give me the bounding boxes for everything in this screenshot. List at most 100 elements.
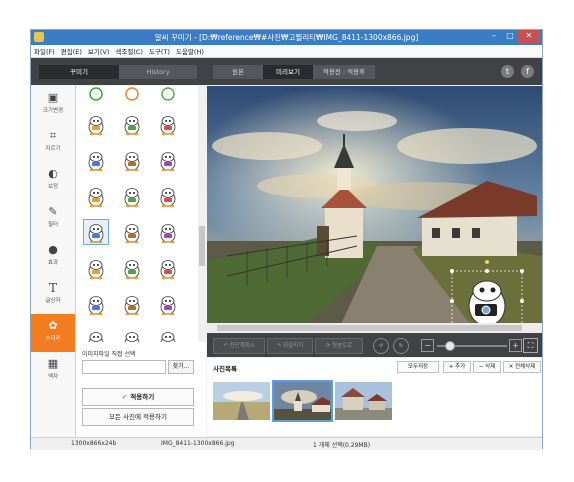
sidebar-item-label: 스티커 xyxy=(45,336,61,342)
sidebar-item-label: 자르기 xyxy=(45,146,61,152)
sidebar-item-filter[interactable]: ✎ 필터 xyxy=(31,200,75,238)
top-tab-bar: 꾸미기 History 원본 미리보기 적용전 : 적용후 t f xyxy=(31,58,542,85)
sticker-item[interactable] xyxy=(120,292,144,316)
tab-original[interactable]: 원본 xyxy=(213,65,263,79)
sidebar-item-effect[interactable]: ● 효과 xyxy=(31,238,75,276)
sticker-icon: ✿ xyxy=(48,319,58,332)
redo-button[interactable]: ↷ 되살리기 xyxy=(267,338,313,354)
menu-edit[interactable]: 편집(E) xyxy=(58,46,85,56)
sidebar-item-label: 액자 xyxy=(47,374,59,380)
sticker-item[interactable] xyxy=(156,220,180,244)
sticker-item[interactable] xyxy=(84,292,108,316)
twitter-icon[interactable]: t xyxy=(501,65,514,78)
maximize-button[interactable]: □ xyxy=(502,30,518,43)
revert-button-label: 원본으로 xyxy=(332,343,353,349)
sticker-grid xyxy=(76,86,198,342)
tool-sidebar: ▣ 크기변경 ⌗ 자르기 ◐ 보정 ✎ 필터 ● 효과 T 글상자 ✿ 스티커 … xyxy=(31,86,76,437)
sticker-item[interactable] xyxy=(156,256,180,280)
viewer-hscrollbar[interactable] xyxy=(207,323,542,333)
sticker-item[interactable] xyxy=(84,328,108,342)
preview-photo xyxy=(207,86,542,333)
delete-all-button[interactable]: ✕ 전체삭제 xyxy=(503,361,541,373)
photo-thumbnail[interactable] xyxy=(213,382,270,420)
menu-tools[interactable]: 도구(T) xyxy=(146,46,173,56)
menu-view[interactable]: 보기(V) xyxy=(85,46,112,56)
status-selection: 1 개체 선택(0.29MB) xyxy=(313,442,371,449)
sidebar-item-label: 효과 xyxy=(47,260,59,266)
photo-thumbnail[interactable] xyxy=(335,382,392,420)
menu-file[interactable]: 파일(F) xyxy=(31,46,58,56)
add-photo-button[interactable]: + 추가 xyxy=(443,361,471,373)
file-path-input[interactable] xyxy=(82,360,166,374)
apply-button-label: 적용하기 xyxy=(130,393,155,401)
delete-photo-button[interactable]: − 삭제 xyxy=(473,361,501,373)
sticker-item[interactable] xyxy=(156,292,180,316)
zoom-in-button[interactable]: + xyxy=(509,339,522,352)
sidebar-item-frame[interactable]: ▦ 액자 xyxy=(31,352,75,390)
sticker-item[interactable] xyxy=(156,184,180,208)
sticker-item[interactable] xyxy=(120,256,144,280)
close-button[interactable]: ✕ xyxy=(518,30,540,43)
find-button[interactable]: 찾기... xyxy=(168,360,194,374)
sidebar-item-adjust[interactable]: ◐ 보정 xyxy=(31,162,75,200)
redo-icon: ↷ xyxy=(276,343,282,349)
sidebar-item-crop[interactable]: ⌗ 자르기 xyxy=(31,124,75,162)
status-dimensions: 1300x866x24b xyxy=(71,440,117,447)
frame-icon: ▦ xyxy=(47,357,59,370)
rotate-right-button[interactable]: ↻ xyxy=(393,338,409,354)
sticker-item[interactable] xyxy=(120,184,144,208)
check-icon: ✔ xyxy=(121,393,128,401)
sticker-item[interactable] xyxy=(84,256,108,280)
title-bar[interactable]: 알씨 꾸미기 - [D:₩reference₩#사진₩고찔리티₩IMG_8411… xyxy=(31,30,542,45)
sticker-item[interactable] xyxy=(84,86,108,104)
sticker-panel: 이미지파일 직접 선택 찾기... ✔ 적용하기 모든 사진에 적용하기 xyxy=(76,86,206,437)
sidebar-item-textbox[interactable]: T 글상자 xyxy=(31,276,75,314)
sidebar-item-resize[interactable]: ▣ 크기변경 xyxy=(31,86,75,124)
sticker-item[interactable] xyxy=(156,86,180,104)
zoom-slider-handle[interactable] xyxy=(445,341,455,351)
redo-button-label: 되살리기 xyxy=(283,343,304,349)
view-toolbar: ↶ 전단계취소 ↷ 되살리기 ⟳ 원본으로 ↺ ↻ − + ⛶ xyxy=(207,333,542,357)
sticker-item[interactable] xyxy=(156,112,180,136)
sticker-item[interactable] xyxy=(120,148,144,172)
sticker-item[interactable] xyxy=(120,112,144,136)
photo-thumbnail-selected[interactable] xyxy=(272,380,333,422)
sticker-item[interactable] xyxy=(84,184,108,208)
sticker-item[interactable] xyxy=(84,148,108,172)
sticker-scrollbar[interactable] xyxy=(198,86,206,342)
window-title: 알씨 꾸미기 - [D:₩reference₩#사진₩고찔리티₩IMG_8411… xyxy=(154,33,419,42)
sidebar-item-label: 보정 xyxy=(47,184,59,190)
tab-preview[interactable]: 미리보기 xyxy=(263,65,313,79)
minimize-button[interactable]: – xyxy=(486,30,502,43)
revert-icon: ⟳ xyxy=(325,343,331,349)
sidebar-item-sticker[interactable]: ✿ 스티커 xyxy=(31,314,75,352)
undo-button[interactable]: ↶ 전단계취소 xyxy=(213,338,265,354)
save-all-button[interactable]: 모두저장 xyxy=(397,361,439,373)
effect-icon: ● xyxy=(48,243,58,256)
tab-decorate[interactable]: 꾸미기 xyxy=(39,65,119,79)
zoom-out-button[interactable]: − xyxy=(421,339,434,352)
apply-button[interactable]: ✔ 적용하기 xyxy=(82,388,194,406)
photo-list-panel: 사진목록 모두저장 + 추가 − 삭제 ✕ 전체삭제 xyxy=(207,358,542,436)
sticker-item[interactable] xyxy=(83,219,109,245)
rotate-left-button[interactable]: ↺ xyxy=(373,338,389,354)
app-window: 알씨 꾸미기 - [D:₩reference₩#사진₩고찔리티₩IMG_8411… xyxy=(30,29,543,450)
menu-bar: 파일(F) 편집(E) 보기(V) 색조절(C) 도구(T) 도움말(H) xyxy=(31,45,542,58)
fit-screen-button[interactable]: ⛶ xyxy=(523,338,538,353)
tab-history[interactable]: History xyxy=(119,65,197,79)
sticker-item[interactable] xyxy=(120,220,144,244)
menu-color[interactable]: 색조절(C) xyxy=(112,46,146,56)
revert-original-button[interactable]: ⟳ 원본으로 xyxy=(315,338,363,354)
sticker-item[interactable] xyxy=(156,148,180,172)
image-viewer[interactable] xyxy=(207,86,542,333)
sticker-item[interactable] xyxy=(120,86,144,104)
apply-all-button[interactable]: 모든 사진에 적용하기 xyxy=(82,408,194,426)
adjust-icon: ◐ xyxy=(48,167,58,180)
menu-help[interactable]: 도움말(H) xyxy=(173,46,207,56)
tab-before-after[interactable]: 적용전 : 적용후 xyxy=(313,65,375,79)
facebook-icon[interactable]: f xyxy=(521,65,534,78)
status-bar: 1300x866x24b IMG_8411-1300x866.jpg 1 개체 … xyxy=(31,437,542,450)
sticker-item[interactable] xyxy=(84,112,108,136)
sticker-item[interactable] xyxy=(120,328,144,342)
sticker-item[interactable] xyxy=(156,328,180,342)
